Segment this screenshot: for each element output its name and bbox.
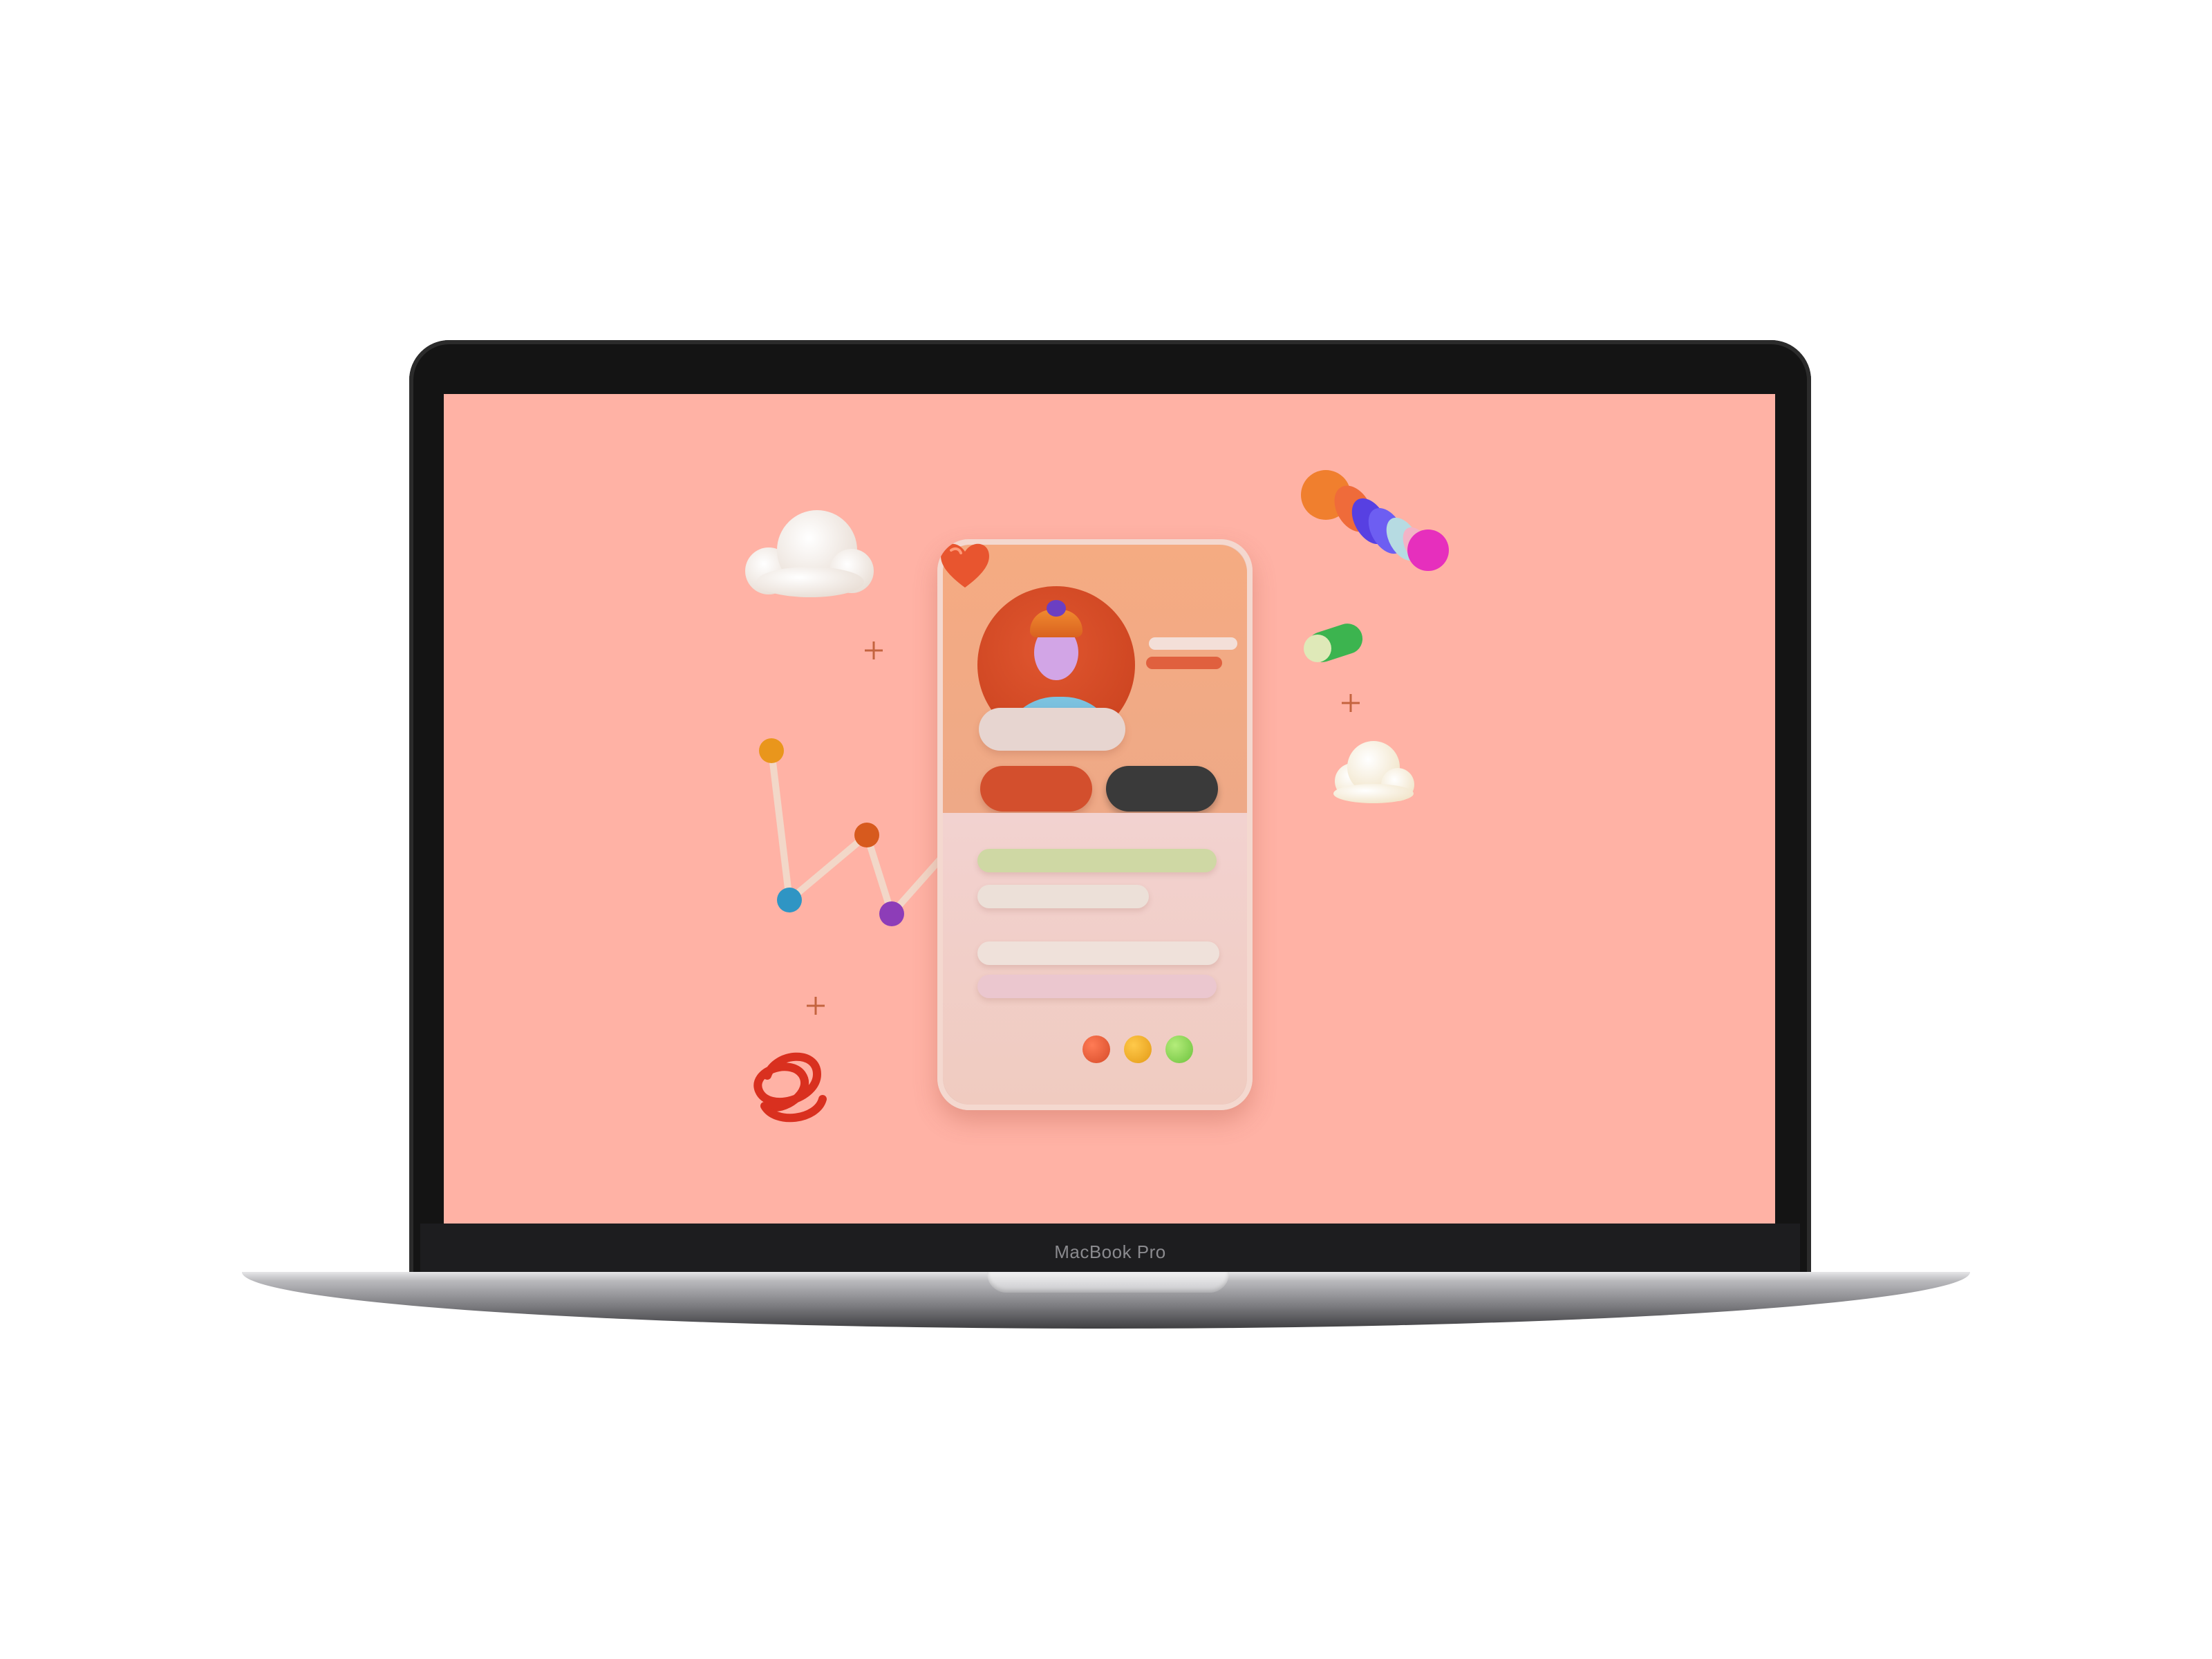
content-bar: [977, 975, 1217, 998]
cloud-icon: [1333, 741, 1414, 803]
laptop-chin: MacBook Pro: [420, 1224, 1800, 1273]
spiral-icon: [753, 1052, 827, 1123]
avatar-bun: [1047, 600, 1066, 617]
desktop-scene: MacBook Pro: [0, 0, 2212, 1659]
content-bar: [977, 941, 1219, 965]
cloud-icon: [745, 510, 874, 597]
brand-label: MacBook Pro: [1054, 1241, 1166, 1262]
text-line-placeholder: [1146, 657, 1222, 669]
follow-button[interactable]: [980, 766, 1092, 812]
toggle-icon: [1304, 624, 1363, 662]
name-placeholder: [979, 708, 1125, 751]
sparkle-icon: [865, 641, 883, 659]
sparkle-icon: [807, 997, 825, 1015]
content-bar: [977, 885, 1149, 908]
sparkle-icon: [1342, 694, 1360, 712]
content-bar: [977, 849, 1217, 872]
laptop-notch: [987, 1272, 1229, 1293]
text-line-placeholder: [1149, 637, 1237, 650]
heart-icon[interactable]: [937, 539, 993, 590]
color-dot-yellow[interactable]: [1124, 1035, 1152, 1063]
color-dot-green[interactable]: [1165, 1035, 1193, 1063]
profile-card: [937, 539, 1253, 1110]
color-stack-icon: [1301, 470, 1449, 571]
color-dot-red[interactable]: [1082, 1035, 1110, 1063]
laptop-screen: [444, 394, 1775, 1224]
message-button[interactable]: [1106, 766, 1218, 812]
